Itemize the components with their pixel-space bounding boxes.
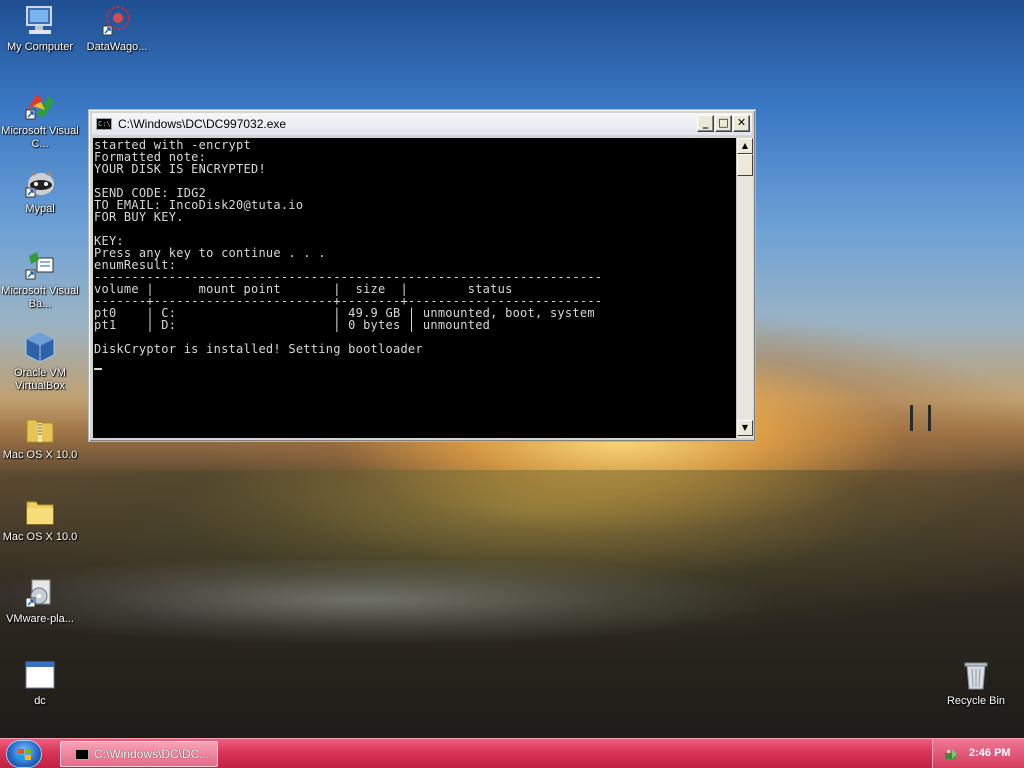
vertical-scrollbar[interactable]: ▲ ▼ [736,138,753,438]
desktop-icon-macosx-zip[interactable]: Mac OS X 10.0 [1,412,79,462]
desktop-icon-label: Oracle VM VirtualBox [14,367,66,392]
virtualbox-icon [23,330,57,364]
console-icon: C:\ [96,118,112,130]
desktop-icon-microsoft-visual-basic[interactable]: Microsoft Visual Ba... [1,248,79,311]
desktop-icon-label: Recycle Bin [946,695,1006,707]
desktop-icon-datawago[interactable]: DataWago... [78,4,156,54]
maximize-button[interactable]: □ [715,115,732,132]
desktop-icon-recycle-bin[interactable]: Recycle Bin [937,658,1015,708]
console-icon [75,748,89,760]
taskbar-item-console[interactable]: C:\Windows\DC\DC... [60,741,218,767]
start-button[interactable] [6,740,42,768]
system-tray: 2:46 PM [932,739,1024,768]
desktop-icon-my-computer[interactable]: My Computer [1,4,79,54]
wallpaper-figure [928,405,931,431]
text-cursor [94,368,102,370]
desktop-icon-label: dc [34,695,46,707]
scroll-down-arrow-icon[interactable]: ▼ [737,420,753,436]
datawago-icon [100,4,134,38]
wallpaper-figure [910,405,913,431]
application-window-icon [23,658,57,692]
console-window[interactable]: C:\ C:\Windows\DC\DC997032.exe _ □ ✕ sta… [88,109,756,442]
clock[interactable]: 2:46 PM [969,747,1011,759]
window-titlebar[interactable]: C:\ C:\Windows\DC\DC997032.exe _ □ ✕ [92,113,752,135]
zip-folder-icon [23,412,57,446]
taskbar: C:\Windows\DC\DC... 2:46 PM [0,738,1024,768]
scroll-up-arrow-icon[interactable]: ▲ [737,138,753,154]
desktop-icon-microsoft-visual-c[interactable]: Microsoft Visual C... [1,88,79,151]
close-button[interactable]: ✕ [733,115,750,132]
desktop-icon-label: DataWago... [86,41,148,53]
minimize-button[interactable]: _ [697,115,714,132]
windows-logo-icon [18,749,31,760]
installer-icon [23,576,57,610]
window-title: C:\Windows\DC\DC997032.exe [118,117,287,131]
console-output: started with -encrypt Formatted note: YO… [94,138,603,356]
desktop-icon-dc[interactable]: dc [1,658,79,708]
desktop-icon-vmware-player[interactable]: VMware-pla... [1,576,79,626]
wallpaper-wave [0,560,1024,670]
folder-icon [23,494,57,528]
desktop-icon-label: Mac OS X 10.0 [2,449,78,461]
desktop-icon-label: Microsoft Visual C... [1,125,79,150]
scrollbar-thumb[interactable] [737,154,753,176]
recycle-bin-icon [959,658,993,692]
console-output-area[interactable]: started with -encrypt Formatted note: YO… [93,138,736,438]
computer-icon [23,4,57,38]
visual-basic-icon [23,248,57,282]
desktop-icon-label: Mypal [25,203,55,215]
mypal-raccoon-icon [23,166,57,200]
desktop-icon-label: Mac OS X 10.0 [2,531,78,543]
desktop-icon-label: My Computer [6,41,74,53]
visual-studio-icon [23,88,57,122]
safely-remove-hardware-icon[interactable] [943,746,959,762]
desktop-icon-label: VMware-pla... [6,613,74,625]
desktop-icon-macosx-folder[interactable]: Mac OS X 10.0 [1,494,79,544]
taskbar-item-label: C:\Windows\DC\DC... [94,747,210,761]
desktop-icon-label: Microsoft Visual Ba... [1,285,79,310]
desktop-icon-virtualbox[interactable]: Oracle VM VirtualBox [1,330,79,393]
desktop-icon-mypal[interactable]: Mypal [1,166,79,216]
